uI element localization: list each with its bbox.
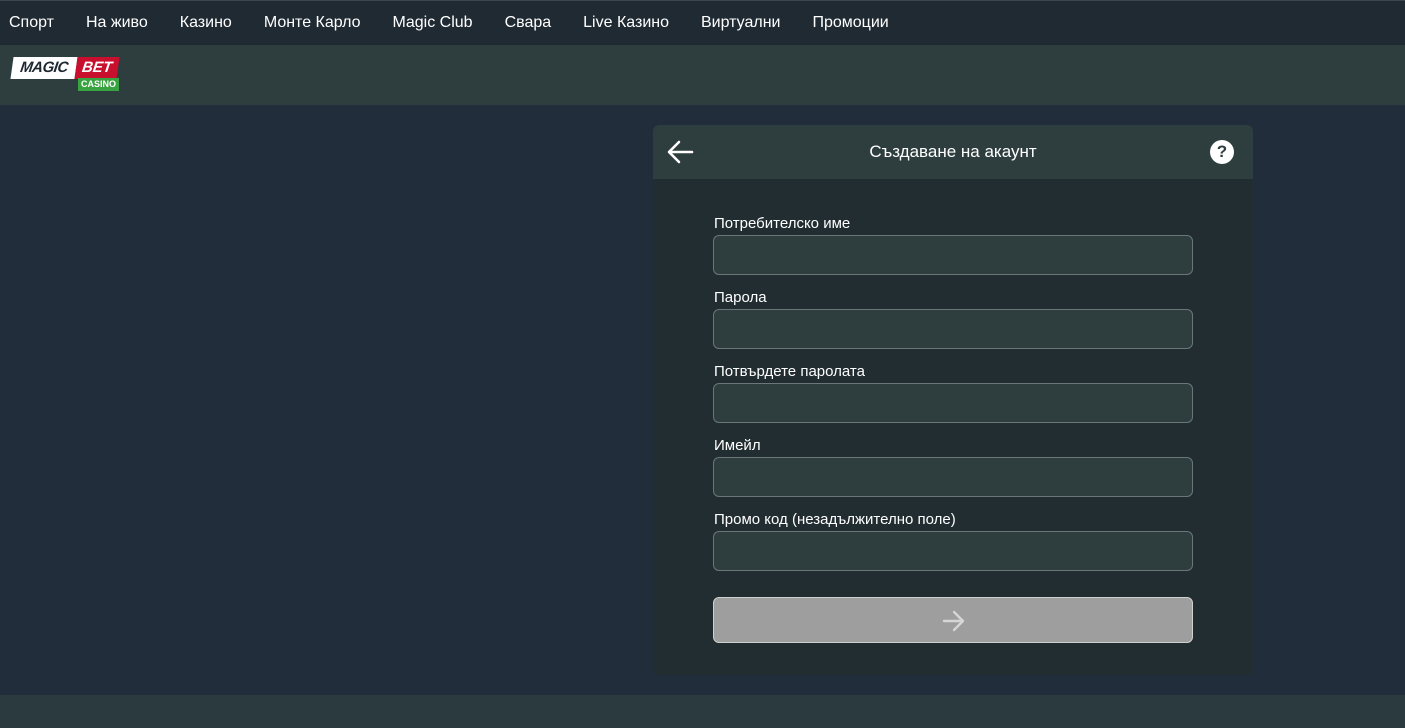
password-label: Парола (714, 289, 767, 306)
logo-bet-text: BET (74, 57, 120, 79)
page-title: Създаване на акаунт (869, 142, 1037, 161)
nav-item-virtual[interactable]: Виртуални (701, 14, 781, 32)
nav-item-casino[interactable]: Казино (180, 14, 232, 32)
nav-item-monte-carlo[interactable]: Монте Карло (264, 14, 361, 32)
logo-magic-text: MAGIC (10, 57, 78, 79)
arrow-right-icon (942, 610, 965, 632)
username-input[interactable] (713, 235, 1193, 275)
question-mark-icon: ? (1216, 142, 1228, 161)
submit-button[interactable] (713, 597, 1193, 643)
nav-item-promotions[interactable]: Промоции (812, 14, 888, 32)
confirm-password-label: Потвърдете паролата (714, 363, 865, 380)
promo-code-label: Промо код (незадължително поле) (714, 511, 956, 528)
footer-strip (0, 695, 1405, 728)
password-input[interactable] (713, 309, 1193, 349)
nav-item-magic-club[interactable]: Magic Club (393, 14, 473, 32)
nav-item-svara[interactable]: Свара (505, 14, 552, 32)
top-navigation: Спорт На живо Казино Монте Карло Magic C… (0, 0, 1405, 45)
confirm-password-input[interactable] (713, 383, 1193, 423)
help-button[interactable]: ? (1210, 140, 1234, 164)
nav-item-live[interactable]: На живо (86, 14, 148, 32)
logo-casino-text: CASINO (78, 78, 119, 91)
magicbet-logo[interactable]: MAGIC BET CASINO (10, 57, 120, 93)
email-label: Имейл (714, 437, 761, 454)
username-label: Потребителско име (714, 215, 851, 232)
panel-header: Създаване на акаунт ? (653, 125, 1253, 179)
site-header: MAGIC BET CASINO (0, 45, 1405, 105)
email-input[interactable] (713, 457, 1193, 497)
promo-code-input[interactable] (713, 531, 1193, 571)
create-account-panel: Създаване на акаунт ? Потребителско име … (653, 125, 1253, 675)
nav-item-live-casino[interactable]: Live Казино (583, 14, 669, 32)
nav-item-sport[interactable]: Спорт (9, 14, 54, 32)
